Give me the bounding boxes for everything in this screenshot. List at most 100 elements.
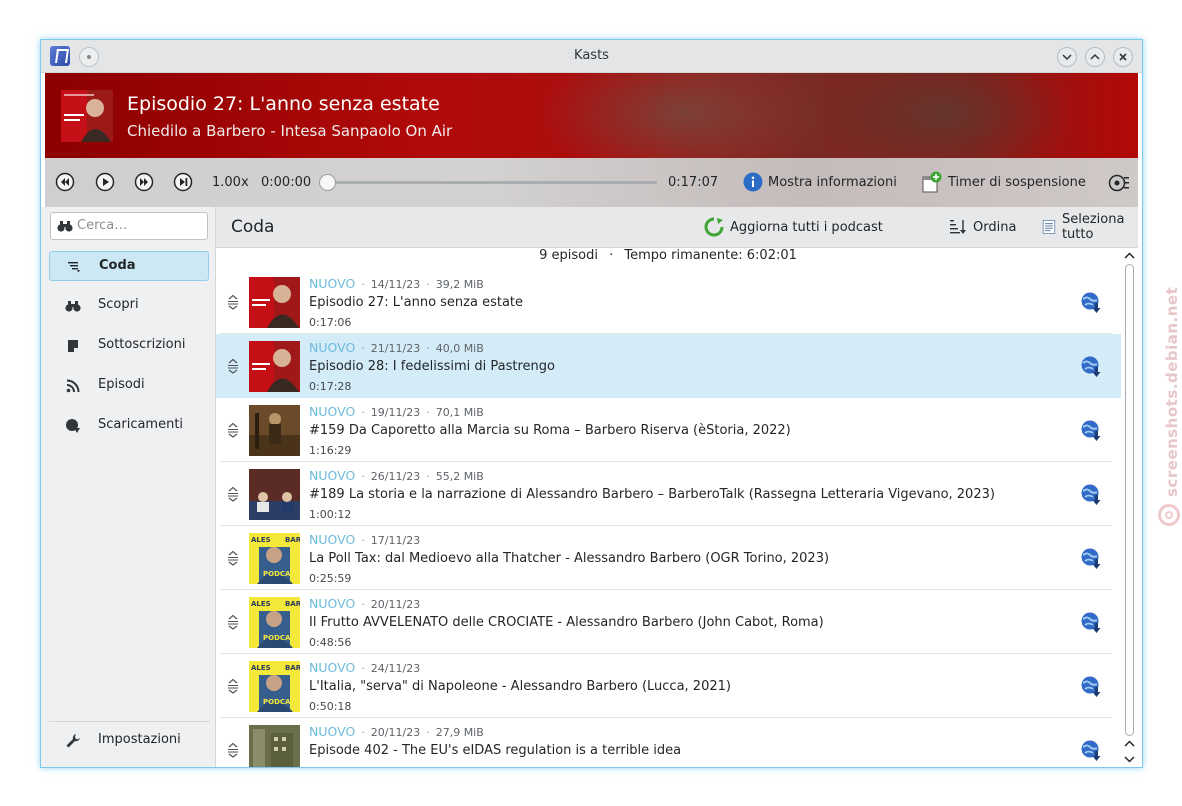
episode-duration: 0:17:28	[309, 380, 352, 393]
refresh-all-label: Aggiorna tutti i podcast	[730, 219, 883, 235]
skip-backward-button[interactable]	[55, 172, 75, 192]
episode-date: 20/11/23	[370, 726, 421, 739]
play-button[interactable]	[95, 172, 115, 192]
episode-title: La Poll Tax: dal Medioevo alla Thatcher …	[309, 551, 830, 566]
episode-cover-art	[249, 341, 300, 392]
list-scrollbar[interactable]	[1121, 248, 1138, 767]
sidebar-item-coda[interactable]: Coda	[49, 251, 209, 281]
skip-forward-button[interactable]	[134, 172, 154, 192]
meta-separator: ·	[426, 726, 430, 739]
download-episode-icon[interactable]	[1080, 483, 1104, 507]
episode-title: #159 Da Caporetto alla Marcia su Roma – …	[309, 423, 791, 438]
sidebar-divider	[49, 721, 210, 722]
seek-slider-handle[interactable]	[319, 174, 336, 191]
drag-handle-icon[interactable]	[226, 550, 240, 566]
sort-label: Ordina	[973, 219, 1017, 235]
download-episode-icon[interactable]	[1080, 291, 1104, 315]
drag-handle-icon[interactable]	[226, 422, 240, 438]
close-button[interactable]	[1113, 47, 1133, 67]
episode-size: 39,2 MiB	[435, 278, 484, 291]
drag-handle-icon[interactable]	[226, 614, 240, 630]
meta-separator: ·	[361, 662, 365, 675]
playback-rate-button[interactable]: 1.00x	[212, 175, 249, 190]
download-episode-icon[interactable]	[1080, 739, 1104, 763]
episode-row[interactable]: ALES BAR PODCAST NUOVO · 24/11/23 L'Italia, "s…	[216, 654, 1122, 718]
episode-meta: NUOVO · 20/11/23	[309, 596, 420, 611]
episode-date: 14/11/23	[370, 278, 421, 291]
scrollbar-thumb[interactable]	[1125, 264, 1134, 736]
episode-meta: NUOVO · 20/11/23 · 27,9 MiB	[309, 724, 484, 739]
episode-count: 9 episodi	[539, 248, 598, 263]
episode-date: 19/11/23	[370, 406, 421, 419]
close-icon	[1119, 53, 1127, 61]
episode-meta: NUOVO · 26/11/23 · 55,2 MiB	[309, 468, 484, 483]
sidebar-item-scaricamenti[interactable]: Scaricamenti	[49, 411, 209, 441]
sort-button[interactable]: Ordina	[949, 216, 1016, 238]
episode-title: Episodio 27: L'anno senza estate	[309, 295, 524, 310]
svg-text:BAR: BAR	[285, 664, 300, 672]
scroll-down-icon[interactable]	[1123, 753, 1136, 765]
page-toolbar: Coda Aggiorna tutti i podcast Ordina Sel…	[216, 207, 1138, 248]
episode-row[interactable]: NUOVO · 26/11/23 · 55,2 MiB #189 La storia e …	[216, 462, 1122, 526]
app-window: Kasts Episodio 27: L'anno senza estate C…	[40, 39, 1143, 768]
episode-title: Episode 402 - The EU's eIDAS regulation …	[309, 743, 682, 758]
meta-separator: ·	[361, 406, 365, 419]
sidebar-item-sottoscrizioni[interactable]: Sottoscrizioni	[49, 331, 209, 361]
drag-handle-icon[interactable]	[226, 358, 240, 374]
download-episode-icon[interactable]	[1080, 675, 1104, 699]
drag-handle-icon[interactable]	[226, 486, 240, 502]
svg-text:ALES: ALES	[251, 600, 271, 608]
new-badge: NUOVO	[309, 340, 356, 355]
download-episode-icon[interactable]	[1080, 355, 1104, 379]
episode-row[interactable]: ALES BAR PODCAST NUOVO · 20/11/23 Il Frutto AV…	[216, 590, 1122, 654]
new-badge: NUOVO	[309, 404, 356, 419]
sidebar-item-scopri[interactable]: Scopri	[49, 291, 209, 321]
drag-handle-icon[interactable]	[226, 294, 240, 310]
episode-cover-art	[249, 277, 300, 328]
sidebar-item-label: Scaricamenti	[98, 417, 184, 432]
episode-title: #189 La storia e la narrazione di Alessa…	[309, 487, 995, 502]
show-info-button[interactable]: Mostra informazioni	[743, 171, 897, 193]
episode-meta: NUOVO · 19/11/23 · 70,1 MiB	[309, 404, 484, 419]
select-all-button[interactable]: Seleziona tutto	[1042, 212, 1138, 242]
episode-row[interactable]: NUOVO · 20/11/23 · 27,9 MiB Episode 402 - The…	[216, 718, 1122, 767]
sleep-timer-button[interactable]: Timer di sospensione	[921, 171, 1086, 193]
episode-row[interactable]: ALES BAR PODCAST NUOVO · 17/11/23 La Poll Tax:…	[216, 526, 1122, 590]
svg-text:BAR: BAR	[285, 536, 300, 544]
drag-handle-icon[interactable]	[226, 678, 240, 694]
sidebar-item-impostazioni[interactable]: Impostazioni	[49, 726, 209, 756]
minimize-button[interactable]	[1057, 47, 1077, 67]
episode-size: 40,0 MiB	[435, 342, 484, 355]
download-episode-icon[interactable]	[1080, 547, 1104, 571]
episode-size: 27,9 MiB	[435, 726, 484, 739]
add-timer-icon	[922, 171, 942, 193]
episode-duration: 0:17:06	[309, 316, 352, 329]
now-playing-header[interactable]: Episodio 27: L'anno senza estate Chiedil…	[45, 73, 1138, 158]
episode-duration: 0:17:07	[668, 175, 719, 190]
episode-duration: 0:25:59	[309, 572, 352, 585]
download-icon	[66, 419, 80, 433]
rss-icon	[66, 379, 80, 393]
new-badge: NUOVO	[309, 724, 356, 739]
page-title: Coda	[231, 217, 275, 237]
refresh-all-button[interactable]: Aggiorna tutti i podcast	[704, 216, 883, 238]
episode-row[interactable]: NUOVO · 19/11/23 · 70,1 MiB #159 Da Caporetto…	[216, 398, 1122, 462]
scroll-up-icon[interactable]	[1123, 250, 1136, 262]
time-remaining: Tempo rimanente: 6:02:01	[624, 248, 797, 263]
drag-handle-icon[interactable]	[226, 742, 240, 758]
search-field[interactable]: Cerca…	[50, 212, 208, 240]
sidebar-item-episodi[interactable]: Episodi	[49, 371, 209, 401]
episode-duration: 0:50:18	[309, 700, 352, 713]
episode-row[interactable]: NUOVO · 21/11/23 · 40,0 MiB Episodio 28: I fe…	[216, 334, 1122, 398]
download-episode-icon[interactable]	[1080, 611, 1104, 635]
chevron-up-icon	[1090, 53, 1100, 60]
episode-row[interactable]: NUOVO · 14/11/23 · 39,2 MiB Episodio 27: L'an…	[216, 270, 1122, 334]
scroll-up-icon[interactable]	[1123, 738, 1136, 750]
next-track-button[interactable]	[173, 172, 193, 192]
download-episode-icon[interactable]	[1080, 419, 1104, 443]
player-menu-icon[interactable]	[1108, 172, 1130, 194]
now-playing-title: Episodio 27: L'anno senza estate	[127, 93, 440, 115]
meta-separator: ·	[361, 470, 365, 483]
maximize-button[interactable]	[1085, 47, 1105, 67]
seek-slider-track[interactable]	[329, 181, 657, 184]
